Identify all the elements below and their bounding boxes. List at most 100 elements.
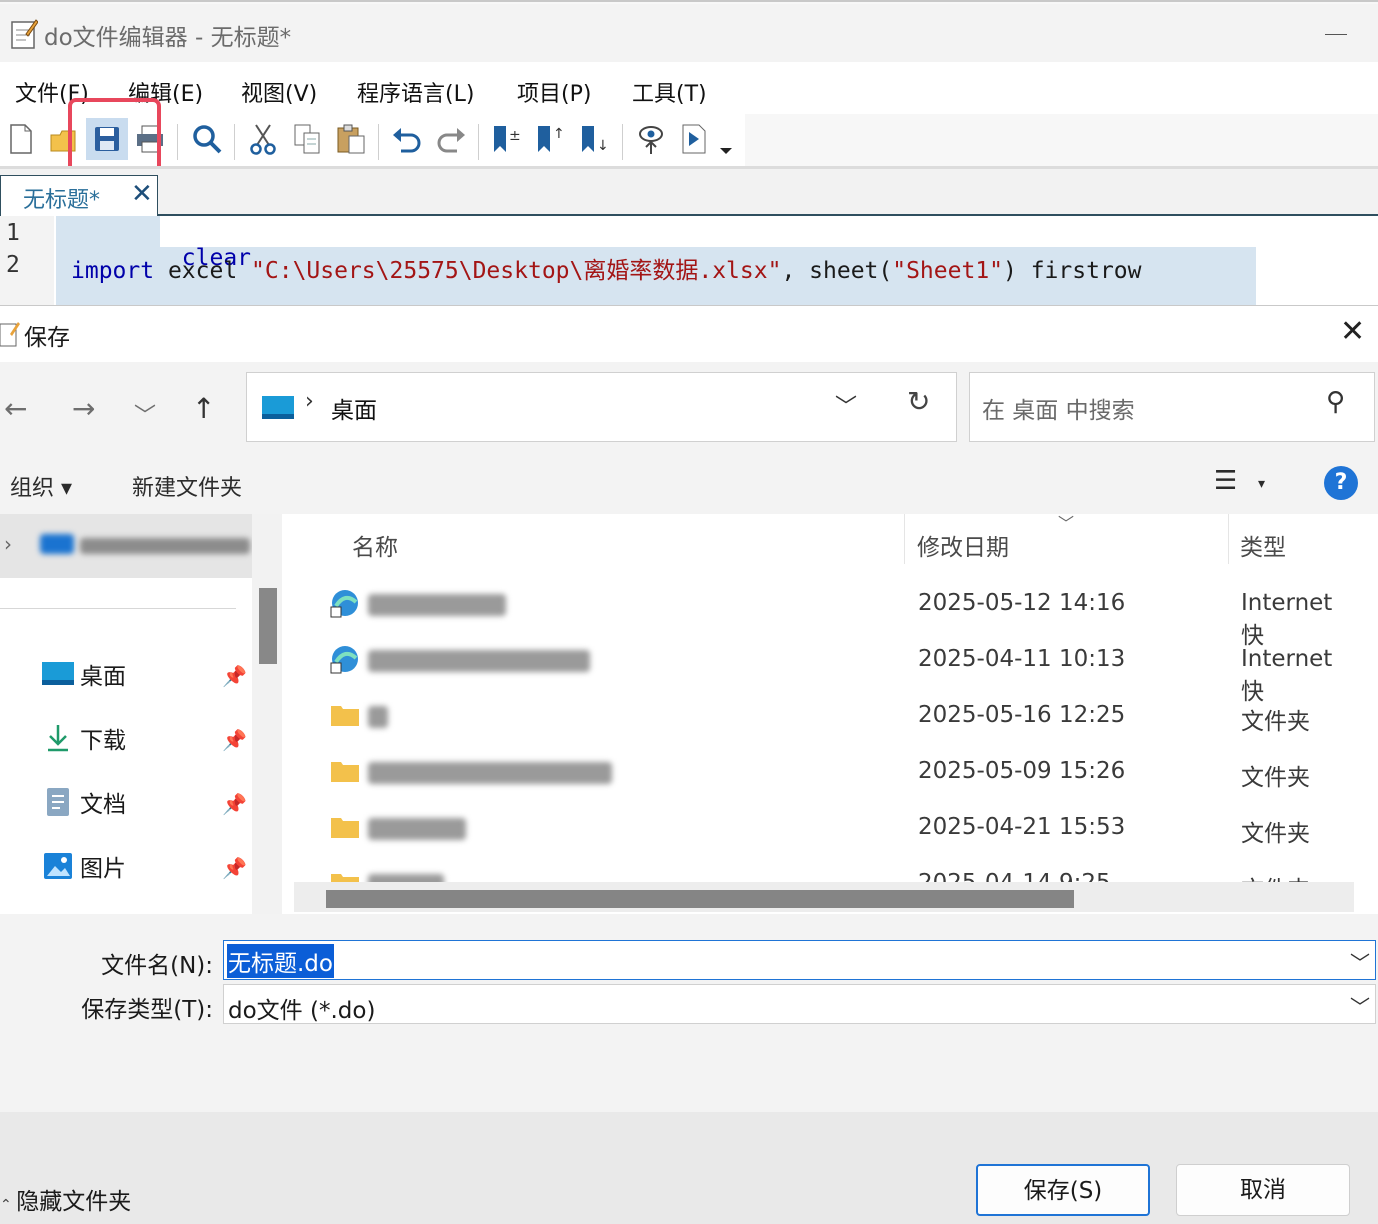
redacted-account-name	[80, 538, 250, 554]
dialog-footer: ⌃ 隐藏文件夹 保存(S) 取消	[0, 1112, 1378, 1224]
menu-language[interactable]: 程序语言(L)	[357, 76, 474, 108]
save-icon-highlight-box	[68, 98, 161, 175]
menu-view[interactable]: 视图(V)	[241, 76, 317, 108]
code-editor[interactable]: 1 2 clear import excel "C:\Users\25575\D…	[0, 216, 1378, 306]
nav-scrollbar[interactable]	[252, 514, 282, 914]
show-whitespace-icon[interactable]	[630, 118, 672, 160]
column-header-type[interactable]: 类型	[1240, 528, 1286, 562]
chevron-down-icon[interactable]: ﹀	[1350, 991, 1370, 1020]
organize-button[interactable]: 组织 ▾	[10, 470, 72, 502]
menu-project[interactable]: 项目(P)	[517, 76, 591, 108]
breadcrumb-desktop[interactable]: 桌面	[331, 391, 377, 425]
file-type: 文件夹	[1241, 765, 1310, 791]
address-dropdown-icon[interactable]: ﹀	[835, 389, 857, 421]
file-row[interactable]: 2025-05-09 15:26 文件夹	[290, 746, 1354, 802]
file-row[interactable]: 2025-04-11 10:13 Internet 快	[290, 634, 1354, 705]
toggle-bookmark-icon[interactable]: ±	[486, 118, 528, 160]
folder-icon	[331, 706, 359, 726]
hide-folders-toggle[interactable]: ⌃ 隐藏文件夹	[0, 1182, 131, 1216]
hide-folders-label: 隐藏文件夹	[16, 1189, 132, 1215]
filetype-select[interactable]: do文件 (*.do) ﹀	[223, 984, 1376, 1024]
refresh-icon[interactable]: ↻	[907, 385, 930, 418]
forward-arrow-icon[interactable]: →	[72, 392, 95, 425]
pin-icon[interactable]: 📌	[222, 856, 247, 880]
file-row[interactable]: 2025-04-21 15:53 文件夹	[290, 802, 1354, 858]
address-bar[interactable]: › 桌面 ﹀ ↻	[246, 372, 957, 442]
view-dropdown-icon[interactable]: ▾	[1258, 476, 1265, 492]
toolbar-separator	[234, 124, 235, 160]
redacted-file-name	[368, 706, 388, 728]
pin-icon[interactable]: 📌	[222, 664, 247, 688]
code-text: , sheet(	[781, 258, 893, 284]
cut-icon[interactable]	[242, 118, 284, 160]
file-type: 文件夹	[1241, 870, 1310, 882]
command-bar: 组织 ▾ 新建文件夹 ☰ ▾	[0, 456, 1378, 514]
menu-tools[interactable]: 工具(T)	[632, 76, 707, 108]
nav-item-documents[interactable]: 文档	[40, 780, 126, 824]
pin-icon[interactable]: 📌	[222, 792, 247, 816]
up-arrow-icon[interactable]: ↑	[192, 392, 215, 425]
tab-untitled[interactable]: 无标题* ✕	[0, 175, 158, 217]
close-icon[interactable]: ✕	[1340, 314, 1365, 349]
filetype-value: do文件 (*.do)	[228, 998, 376, 1024]
pin-icon[interactable]: 📌	[222, 728, 247, 752]
edge-shortcut-icon	[330, 646, 358, 674]
paste-icon[interactable]	[330, 118, 372, 160]
search-box[interactable]: 在 桌面 中搜索 ⚲	[969, 372, 1375, 442]
file-date: 2025-04-14 9:25	[918, 870, 1111, 882]
column-separator	[904, 514, 905, 564]
folder-icon	[331, 874, 359, 882]
document-tabs: 无标题* ✕	[0, 166, 1378, 217]
help-icon[interactable]: ?	[1324, 466, 1358, 500]
horizontal-scrollbar-thumb[interactable]	[326, 890, 1074, 908]
nav-scrollbar-thumb[interactable]	[259, 588, 277, 664]
filename-value: 无标题.do	[227, 944, 334, 978]
desktop-icon	[40, 659, 76, 689]
file-row-partial[interactable]: 2025-04-14 9:25 文件夹	[290, 858, 1354, 882]
nav-item-pictures[interactable]: 图片	[40, 844, 126, 888]
code-string: "C:\Users\25575\Desktop\离婚率数据.xlsx"	[251, 258, 782, 284]
next-bookmark-icon[interactable]: ↓	[574, 118, 616, 160]
column-separator	[1228, 514, 1229, 564]
nav-item-downloads[interactable]: 下载	[40, 716, 126, 760]
new-folder-button[interactable]: 新建文件夹	[132, 470, 242, 502]
onedrive-node[interactable]: ›	[0, 514, 252, 578]
undo-icon[interactable]	[386, 118, 428, 160]
back-arrow-icon[interactable]: ←	[4, 392, 27, 425]
redacted-file-name	[368, 762, 612, 784]
column-header-modified[interactable]: 修改日期	[917, 528, 1009, 562]
screen: do文件编辑器 - 无标题* 文件(F) 编辑(E) 视图(V) 程序语言(L)…	[0, 0, 1378, 1224]
filename-field[interactable]: 无标题.do ﹀	[223, 940, 1376, 980]
desktop-icon	[262, 396, 294, 419]
search-icon[interactable]: ⚲	[1326, 387, 1345, 417]
search-icon[interactable]	[186, 118, 228, 160]
redacted-file-name	[368, 818, 466, 840]
column-header-name[interactable]: 名称	[352, 528, 398, 562]
nav-item-desktop[interactable]: 桌面	[40, 652, 126, 696]
view-options-icon[interactable]: ☰	[1214, 466, 1237, 496]
new-file-icon[interactable]	[0, 118, 42, 160]
save-button[interactable]: 保存(S)	[976, 1164, 1150, 1216]
dialog-title: 保存	[24, 325, 70, 351]
redo-icon[interactable]	[430, 118, 472, 160]
code-line-2: import excel "C:\Users\25575\Desktop\离婚率…	[71, 251, 1142, 285]
breadcrumb-chevron-icon: ›	[305, 389, 314, 414]
toolbar-separator	[177, 124, 178, 160]
do-editor-window: do文件编辑器 - 无标题* 文件(F) 编辑(E) 视图(V) 程序语言(L)…	[0, 0, 1378, 306]
execute-dropdown-icon[interactable]	[708, 118, 744, 160]
editor-titlebar: do文件编辑器 - 无标题*	[0, 4, 1378, 62]
expand-chevron-icon[interactable]: ›	[4, 532, 12, 556]
file-row[interactable]: 2025-05-16 12:25 文件夹	[290, 690, 1354, 746]
chevron-down-icon[interactable]: ﹀	[1350, 947, 1370, 976]
copy-icon[interactable]	[286, 118, 328, 160]
filename-label: 文件名(N):	[101, 953, 213, 979]
notepad-icon	[0, 322, 20, 347]
previous-bookmark-icon[interactable]: ↑	[530, 118, 572, 160]
close-icon[interactable]: ✕	[131, 179, 153, 209]
file-row[interactable]: 2025-05-12 14:16 Internet 快	[290, 578, 1354, 649]
cancel-button[interactable]: 取消	[1176, 1164, 1350, 1216]
recent-locations-chevron-icon[interactable]: ﹀	[134, 398, 156, 430]
minimize-button[interactable]	[1325, 34, 1347, 35]
save-dialog: 保存 ✕ ← → ﹀ ↑ › 桌面 ﹀ ↻ 在 桌面 中搜索 ⚲ 组织 ▾ 新建…	[0, 305, 1378, 1224]
line-number-gutter: 1 2	[0, 216, 54, 306]
